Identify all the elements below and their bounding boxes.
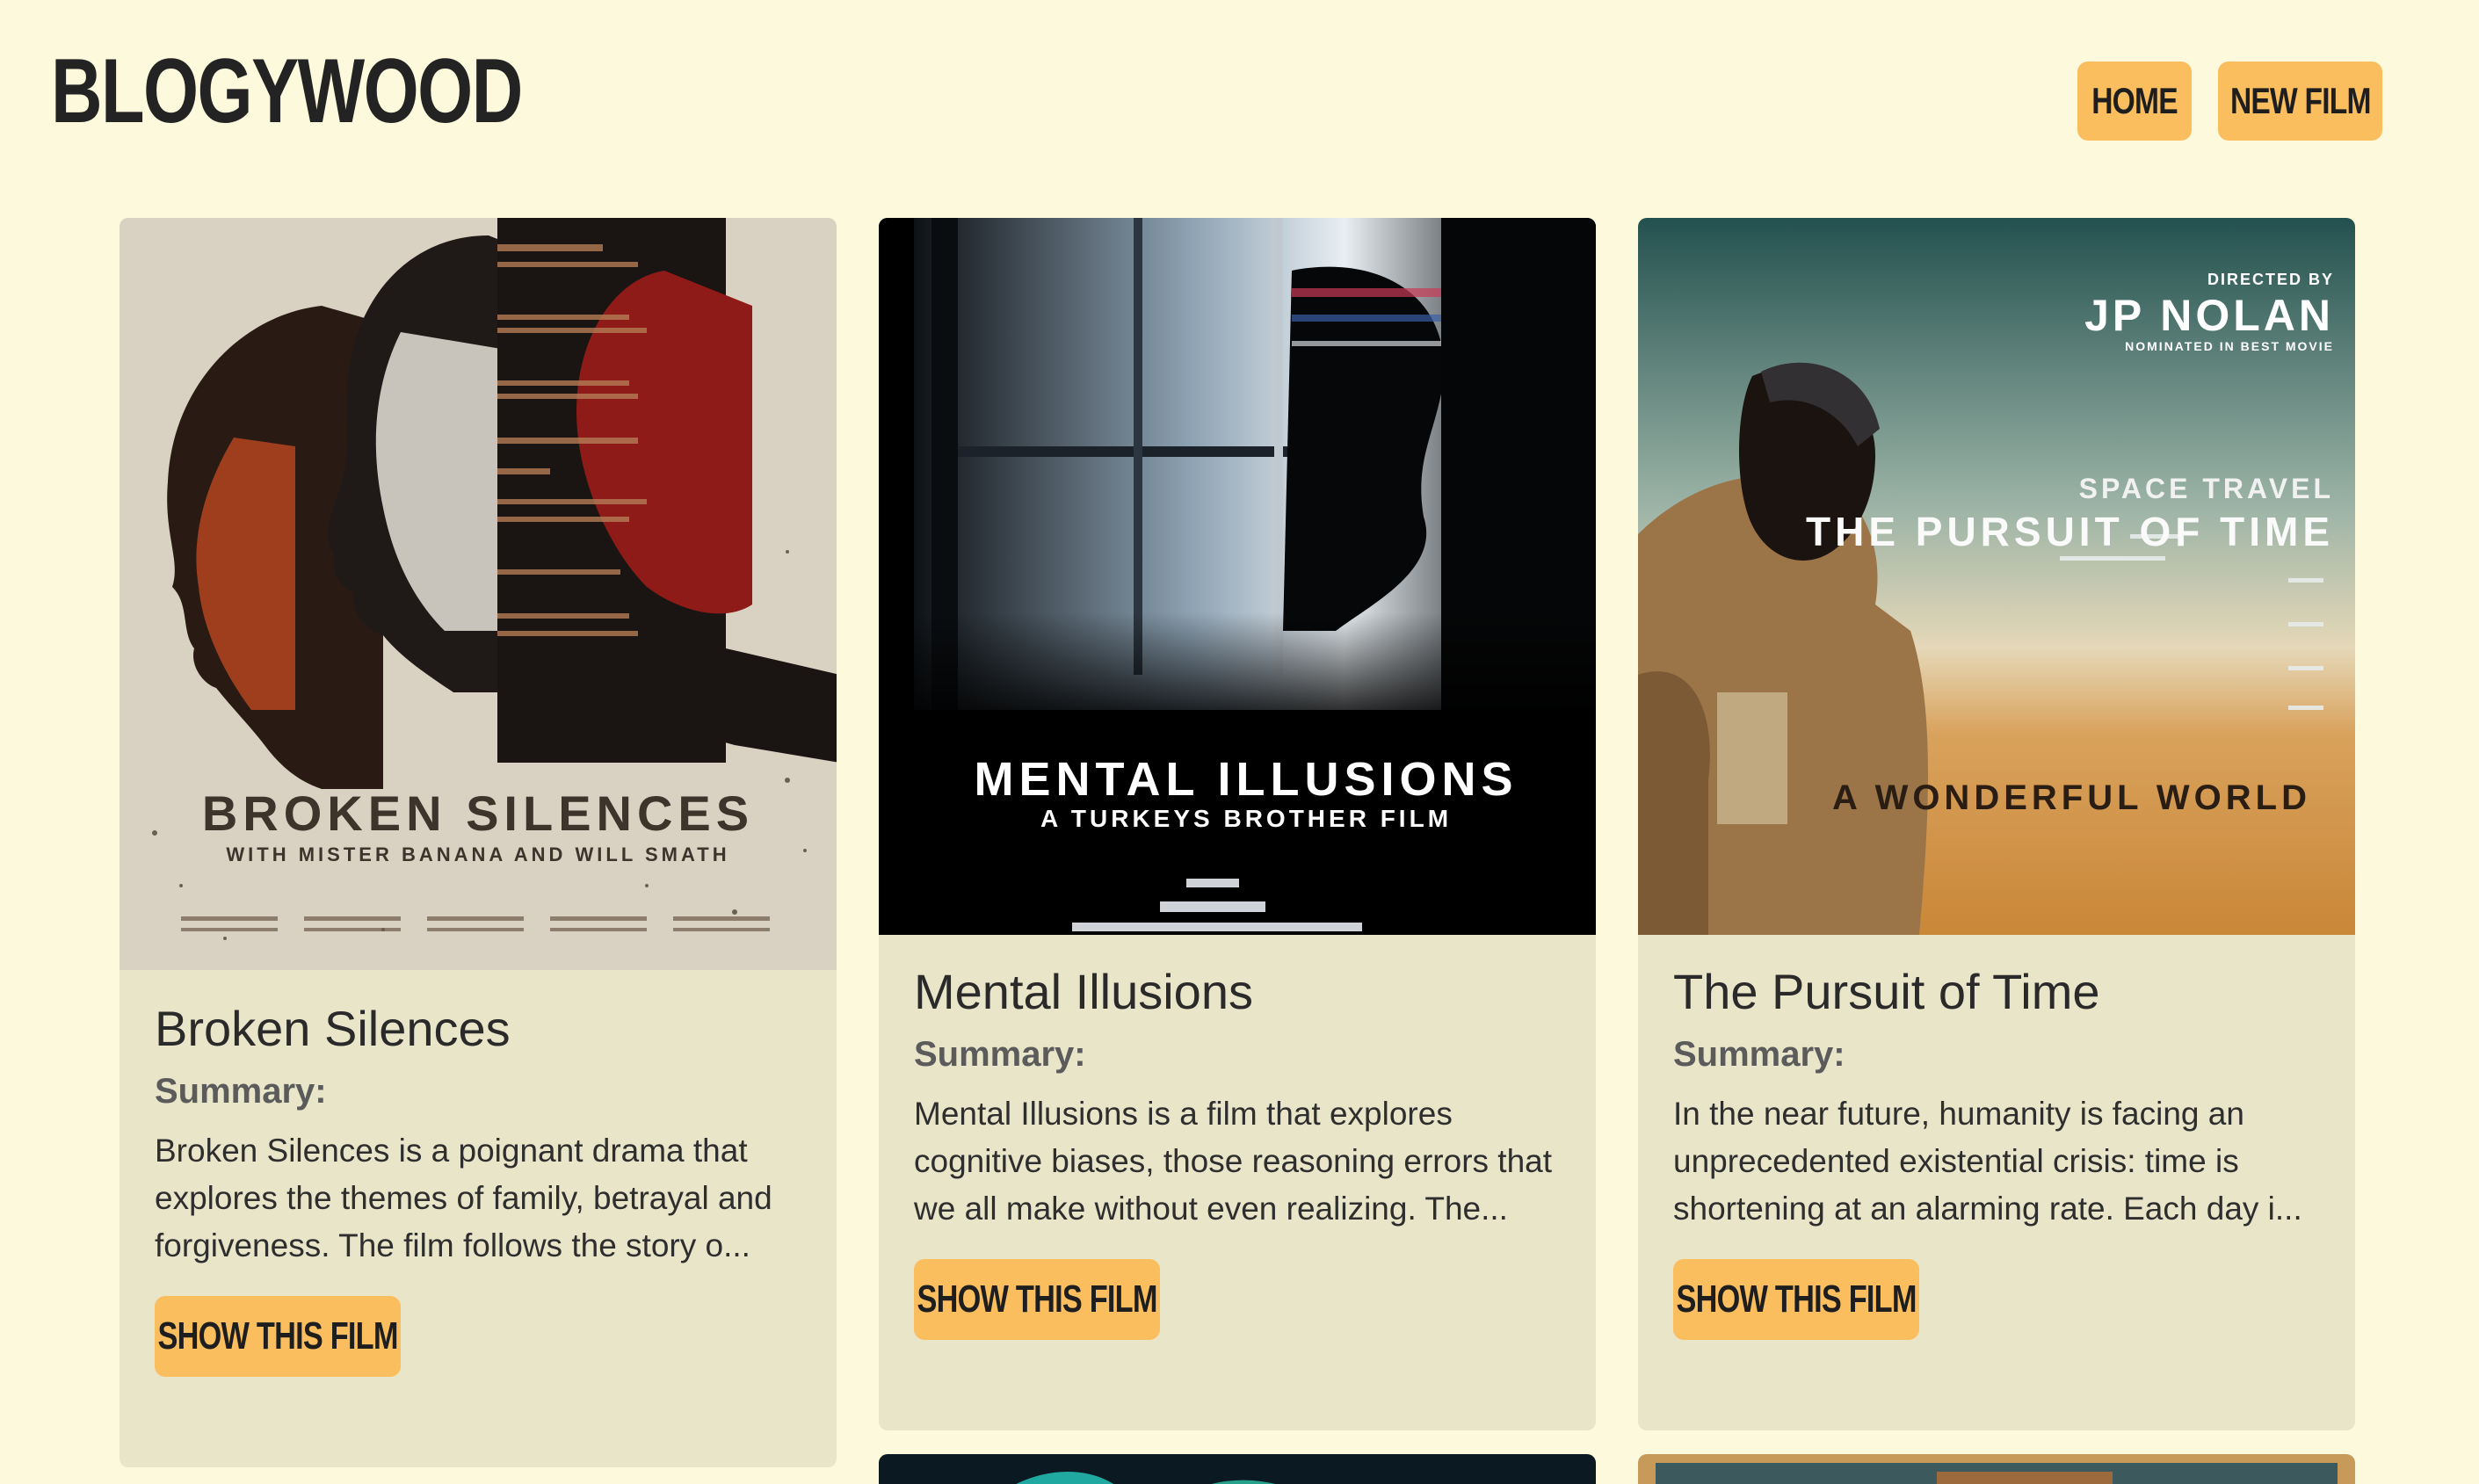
film-poster[interactable]: MENTAL ILLUSIONS A TURKEYS BROTHER FILM <box>879 218 1596 935</box>
show-film-button-label: SHOW THIS FILM <box>917 1277 1157 1321</box>
summary-label: Summary: <box>155 1071 327 1111</box>
new-film-button-label: NEW FILM <box>2229 80 2371 121</box>
film-poster[interactable]: DIRECTED BY JP NOLAN NOMINATED IN BEST M… <box>1638 218 2355 935</box>
film-title: Broken Silences <box>155 1001 511 1056</box>
poster-title: THE PURSUIT OF TIME <box>1806 509 2334 554</box>
card-body: The Pursuit of Time Summary: In the near… <box>1673 965 2320 1340</box>
poster-subtitle: A TURKEYS BROTHER FILM <box>1040 805 1453 832</box>
film-card-broken-silences: BROKEN SILENCES WITH MISTER BANANA AND W… <box>120 218 837 1467</box>
show-film-button[interactable]: SHOW THIS FILM <box>1673 1258 1919 1340</box>
summary-label: Summary: <box>914 1034 1086 1074</box>
film-poster[interactable]: BROKEN SILENCES WITH MISTER BANANA AND W… <box>120 218 837 970</box>
film-title: The Pursuit of Time <box>1673 964 2100 1019</box>
card-body: Broken Silences Summary: Broken Silences… <box>155 1002 801 1377</box>
film-card-partial <box>1638 1454 2355 1484</box>
summary-text: In the near future, humanity is facing a… <box>1673 1095 2302 1227</box>
poster-title: BROKEN SILENCES <box>201 785 755 841</box>
summary-text: Broken Silences is a poignant drama that… <box>155 1132 772 1263</box>
top-nav: HOME NEW FILM <box>2077 62 2382 141</box>
poster-title: MENTAL ILLUSIONS <box>974 753 1519 806</box>
show-film-button[interactable]: SHOW THIS FILM <box>155 1295 401 1377</box>
poster-subtitle: WITH MISTER BANANA AND WILL SMATH <box>226 843 730 865</box>
show-film-button-label: SHOW THIS FILM <box>157 1314 398 1357</box>
summary-label: Summary: <box>1673 1034 1845 1074</box>
poster-bottom-text: A WONDERFUL WORLD <box>1832 778 2311 817</box>
home-button-label: HOME <box>2091 80 2178 121</box>
film-card-partial <box>879 1454 1596 1484</box>
show-film-button[interactable]: SHOW THIS FILM <box>914 1258 1160 1340</box>
poster-tagline: SPACE TRAVEL <box>2078 473 2334 504</box>
summary-text: Mental Illusions is a film that explores… <box>914 1095 1553 1227</box>
film-card-mental-illusions: MENTAL ILLUSIONS A TURKEYS BROTHER FILM … <box>879 218 1596 1430</box>
show-film-button-label: SHOW THIS FILM <box>1676 1277 1917 1321</box>
new-film-button[interactable]: NEW FILM <box>2218 62 2382 141</box>
page: BLOGYWOOD HOME NEW FILM BROKEN SILENCES … <box>0 0 2479 1484</box>
site-logo[interactable]: BLOGYWOOD <box>51 46 523 137</box>
poster-nominated: NOMINATED IN BEST MOVIE <box>2125 339 2334 353</box>
poster-directed-by: DIRECTED BY <box>2207 271 2334 288</box>
home-button[interactable]: HOME <box>2077 62 2192 141</box>
poster-image[interactable] <box>1638 1454 2355 1484</box>
film-title: Mental Illusions <box>914 964 1253 1019</box>
film-card-pursuit-of-time: DIRECTED BY JP NOLAN NOMINATED IN BEST M… <box>1638 218 2355 1430</box>
card-body: Mental Illusions Summary: Mental Illusio… <box>914 965 1561 1340</box>
poster-image[interactable] <box>879 1454 1596 1484</box>
poster-director: JP NOLAN <box>2084 291 2334 340</box>
